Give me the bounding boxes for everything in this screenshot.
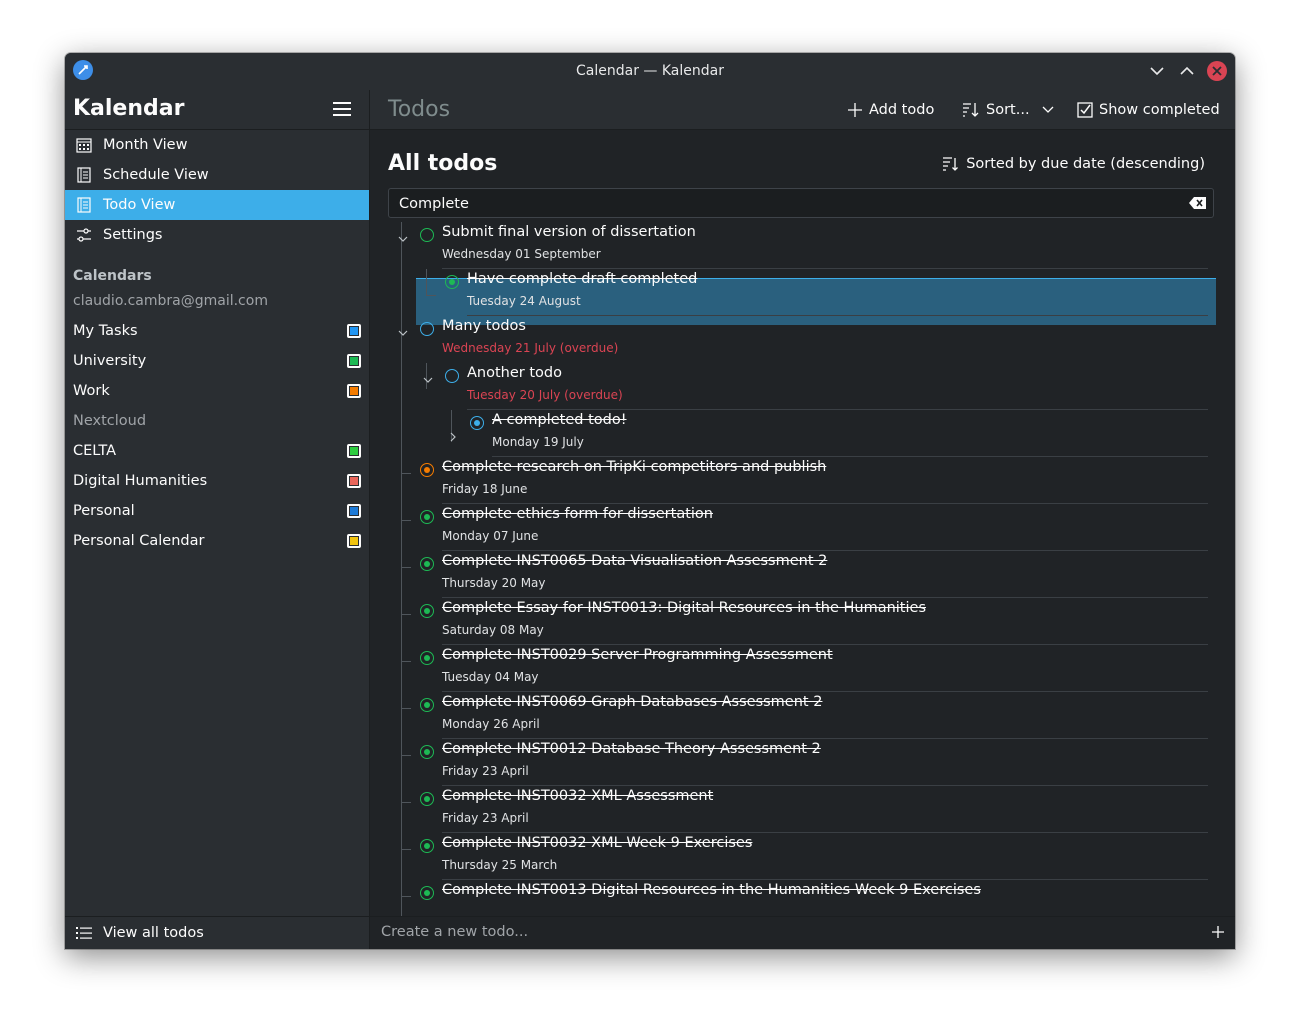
plus-icon — [848, 103, 862, 117]
calendar-grid-icon — [75, 136, 93, 154]
todo-row[interactable]: Complete INST0032 XML Week 9 Exercises T… — [370, 833, 1235, 880]
maximize-button[interactable] — [1177, 61, 1197, 81]
sidebar-item-todo-view[interactable]: Todo View — [65, 190, 369, 220]
sidebar: Kalendar Month View Schedule View Todo V… — [65, 90, 370, 949]
todo-row[interactable]: Complete Essay for INST0013: Digital Res… — [370, 598, 1235, 645]
close-button[interactable] — [1207, 61, 1227, 81]
add-todo-button[interactable]: Add todo — [847, 100, 934, 120]
todo-checkbox[interactable] — [420, 463, 434, 477]
todo-checkbox[interactable] — [420, 228, 434, 242]
sort-icon — [943, 157, 959, 171]
calendar-item-celta[interactable]: CELTA — [65, 436, 369, 466]
todo-row[interactable]: A completed todo! Monday 19 July — [370, 410, 1235, 457]
view-all-todos-label: View all todos — [103, 925, 204, 941]
todo-checkbox[interactable] — [420, 792, 434, 806]
sidebar-item-label: Settings — [103, 227, 163, 243]
todo-list: Submit final version of dissertation Wed… — [370, 222, 1235, 949]
todo-checkbox[interactable] — [420, 651, 434, 665]
todo-checkbox[interactable] — [420, 839, 434, 853]
chevron-down-icon[interactable] — [398, 234, 408, 244]
sort-status: Sorted by due date (descending) — [942, 156, 1205, 172]
chevron-up-icon — [1180, 66, 1194, 75]
calendar-item-work[interactable]: Work — [65, 376, 369, 406]
todo-checkbox[interactable] — [420, 510, 434, 524]
sidebar-item-settings[interactable]: Settings — [65, 220, 369, 250]
plus-icon[interactable] — [1211, 925, 1225, 939]
clear-text-icon[interactable] — [1189, 195, 1207, 211]
calendar-item-personal-calendar[interactable]: Personal Calendar — [65, 526, 369, 556]
sidebar-item-label: Schedule View — [103, 167, 209, 183]
todo-checkbox[interactable] — [420, 322, 434, 336]
chevron-down-icon — [1042, 106, 1054, 113]
todo-row[interactable]: Submit final version of dissertation Wed… — [370, 222, 1235, 269]
close-icon — [1212, 66, 1222, 76]
sort-icon — [963, 103, 979, 117]
todo-row-selected[interactable]: Many todos Wednesday 21 July (overdue) — [370, 316, 1235, 363]
sidebar-title: Kalendar — [73, 96, 185, 121]
calendar-color-checkbox[interactable] — [347, 354, 361, 368]
calendar-item-digital-humanities[interactable]: Digital Humanities — [65, 466, 369, 496]
todo-checkbox[interactable] — [445, 275, 459, 289]
hamburger-menu-icon[interactable] — [333, 102, 351, 116]
chevron-down-icon — [1150, 67, 1164, 76]
sidebar-header: Kalendar — [65, 90, 369, 130]
sidebar-item-schedule-view[interactable]: Schedule View — [65, 160, 369, 190]
todo-checkbox[interactable] — [470, 416, 484, 430]
calendar-item-university[interactable]: University — [65, 346, 369, 376]
calendar-group-nextcloud: Nextcloud — [73, 413, 147, 429]
todo-checkbox[interactable] — [445, 369, 459, 383]
calendar-color-checkbox[interactable] — [347, 504, 361, 518]
schedule-list-icon — [75, 166, 93, 184]
main-content: Todos Add todo Sort... Show completed Al… — [370, 90, 1235, 949]
new-todo-bar — [370, 916, 1235, 949]
todo-row[interactable]: Complete INST0065 Data Visualisation Ass… — [370, 551, 1235, 598]
minimize-button[interactable] — [1147, 61, 1167, 81]
chevron-down-icon[interactable] — [423, 375, 433, 385]
calendar-color-checkbox[interactable] — [347, 534, 361, 548]
todo-row[interactable]: Complete ethics form for dissertation Mo… — [370, 504, 1235, 551]
calendar-item-personal[interactable]: Personal — [65, 496, 369, 526]
todo-row[interactable]: Have complete draft completed Tuesday 24… — [370, 269, 1235, 316]
sidebar-item-label: Month View — [103, 137, 188, 153]
calendar-color-checkbox[interactable] — [347, 444, 361, 458]
calendar-color-checkbox[interactable] — [347, 474, 361, 488]
todo-row[interactable]: Complete INST0012 Database Theory Assess… — [370, 739, 1235, 786]
view-all-todos-button[interactable]: View all todos — [65, 916, 369, 949]
toolbar: Todos Add todo Sort... Show completed — [370, 90, 1235, 130]
todo-checkbox[interactable] — [420, 604, 434, 618]
settings-sliders-icon — [75, 226, 93, 244]
search-field[interactable] — [388, 188, 1214, 219]
chevron-right-icon[interactable] — [448, 432, 458, 442]
sort-button[interactable]: Sort... — [962, 100, 1060, 120]
title-bar: Calendar — Kalendar — [65, 53, 1235, 91]
todo-list-icon — [75, 196, 93, 214]
calendar-color-checkbox[interactable] — [347, 324, 361, 338]
section-title: All todos — [388, 151, 498, 176]
new-todo-input[interactable] — [370, 917, 1205, 947]
todo-row[interactable]: Complete INST0029 Server Programming Ass… — [370, 645, 1235, 692]
list-icon — [75, 924, 93, 942]
app-window: Calendar — Kalendar Kalendar Month View … — [65, 53, 1235, 949]
checkbox-checked-icon — [1077, 102, 1093, 118]
calendar-color-checkbox[interactable] — [347, 384, 361, 398]
account-label: claudio.cambra@gmail.com — [73, 293, 268, 309]
todo-checkbox[interactable] — [420, 698, 434, 712]
todo-checkbox[interactable] — [420, 745, 434, 759]
todo-checkbox[interactable] — [420, 886, 434, 900]
show-completed-toggle[interactable]: Show completed — [1077, 100, 1220, 120]
todo-row[interactable]: Complete INST0069 Graph Databases Assess… — [370, 692, 1235, 739]
todo-checkbox[interactable] — [420, 557, 434, 571]
todo-row[interactable]: Complete research on TripKi competitors … — [370, 457, 1235, 504]
chevron-down-icon[interactable] — [398, 328, 408, 338]
search-input[interactable] — [389, 189, 1191, 219]
calendars-heading: Calendars — [73, 268, 152, 284]
sidebar-item-month-view[interactable]: Month View — [65, 130, 369, 160]
window-title: Calendar — Kalendar — [576, 63, 724, 79]
sidebar-item-label: Todo View — [103, 197, 176, 213]
todo-row[interactable]: Another todo Tuesday 20 July (overdue) — [370, 363, 1235, 410]
calendar-item-my-tasks[interactable]: My Tasks — [65, 316, 369, 346]
todo-row[interactable]: Complete INST0032 XML Assessment Friday … — [370, 786, 1235, 833]
page-title: Todos — [388, 97, 451, 122]
